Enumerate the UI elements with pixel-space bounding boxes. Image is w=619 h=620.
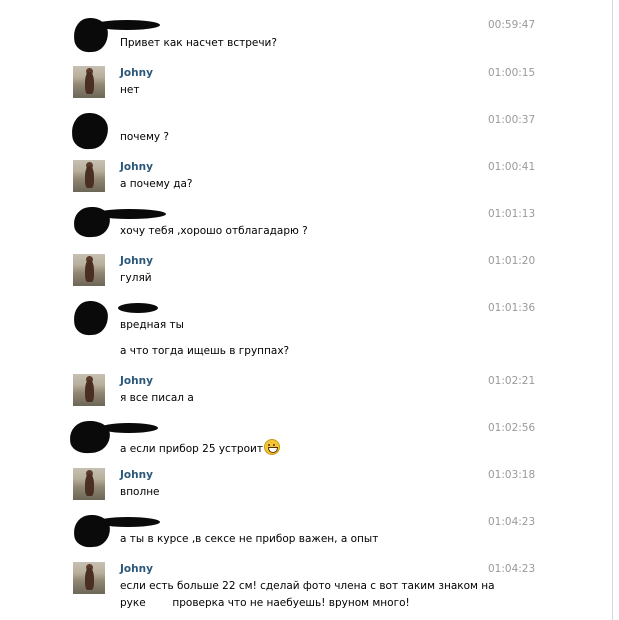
sender-name[interactable]: Johny	[120, 255, 153, 267]
user-avatar[interactable]	[73, 562, 105, 594]
user-avatar[interactable]	[73, 254, 105, 286]
message-time: 01:00:41	[488, 161, 536, 173]
redacted-name	[94, 20, 160, 30]
message-time: 01:04:23	[488, 516, 536, 528]
redacted-name	[100, 423, 158, 433]
message-time: 01:01:20	[488, 255, 536, 267]
message-text: я все писал а	[120, 392, 194, 404]
user-avatar[interactable]	[73, 468, 105, 500]
user-avatar[interactable]	[73, 374, 105, 406]
message-time: 01:00:15	[488, 67, 536, 79]
user-avatar[interactable]	[73, 160, 105, 192]
chat-right-border	[612, 0, 613, 620]
message-time: 01:04:23	[488, 563, 536, 575]
message-text: хочу тебя ,хорошо отблагадарю ?	[120, 225, 308, 237]
laughing-emoji-icon	[263, 439, 280, 455]
message-text: а если прибор 25 устроит	[120, 439, 280, 455]
message-text: а почему да?	[120, 178, 193, 190]
message-text: нет	[120, 84, 140, 96]
sender-name[interactable]: Johny	[120, 469, 153, 481]
redacted-name	[94, 209, 166, 219]
sender-name[interactable]: Johny	[120, 67, 153, 79]
redacted-name	[96, 517, 160, 527]
message-time: 01:02:21	[488, 375, 536, 387]
message-text: почему ?	[120, 131, 169, 143]
message-time: 01:03:18	[488, 469, 536, 481]
message-text: гуляй	[120, 272, 152, 284]
redacted-avatar	[71, 112, 109, 150]
sender-name[interactable]: Johny	[120, 161, 153, 173]
message-text: если есть больше 22 см! сделай фото член…	[120, 580, 495, 592]
sender-name[interactable]: Johny	[120, 563, 153, 575]
redacted-name	[118, 303, 158, 313]
message-text: вредная ты	[120, 319, 184, 331]
message-time: 01:01:36	[488, 302, 536, 314]
message-time: 01:02:56	[488, 422, 536, 434]
message-text: Привет как насчет встречи?	[120, 37, 277, 49]
message-time: 01:00:37	[488, 114, 536, 126]
message-time: 01:01:13	[488, 208, 536, 220]
redacted-avatar	[73, 300, 109, 336]
sender-name[interactable]: Johny	[120, 375, 153, 387]
message-time: 00:59:47	[488, 19, 536, 31]
message-text: руке проверка что не наебуешь! вруном мн…	[120, 597, 410, 609]
message-text: вполне	[120, 486, 160, 498]
message-text: а что тогда ищешь в группах?	[120, 345, 290, 357]
user-avatar[interactable]	[73, 66, 105, 98]
message-text: а ты в курсе ,в сексе не прибор важен, а…	[120, 533, 379, 545]
